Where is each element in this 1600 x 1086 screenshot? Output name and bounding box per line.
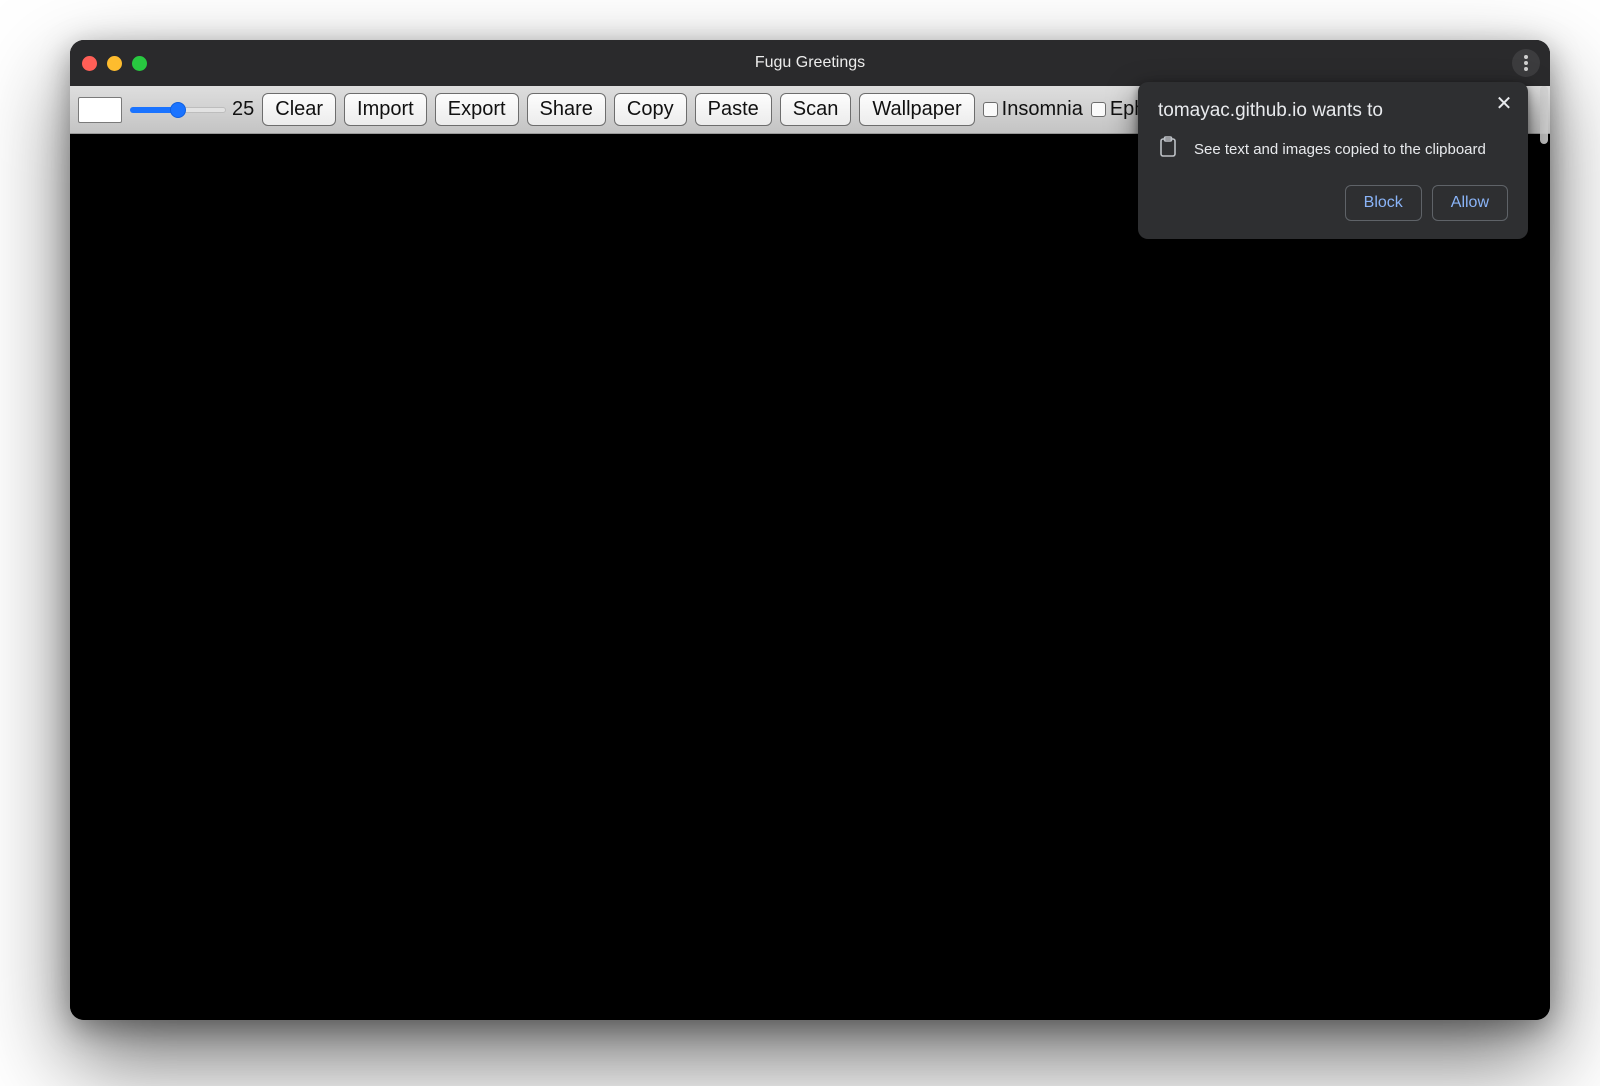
insomnia-label: Insomnia bbox=[1002, 98, 1083, 121]
permission-request-text: See text and images copied to the clipbo… bbox=[1194, 141, 1486, 158]
import-button[interactable]: Import bbox=[344, 93, 427, 126]
scrollbar-thumb[interactable] bbox=[1540, 86, 1548, 144]
window-controls bbox=[82, 56, 147, 71]
ephemeral-checkbox[interactable] bbox=[1091, 102, 1106, 117]
minimize-window-button[interactable] bbox=[107, 56, 122, 71]
color-swatch[interactable] bbox=[78, 97, 122, 123]
clipboard-icon bbox=[1158, 136, 1180, 163]
drawing-canvas[interactable] bbox=[70, 134, 1550, 1020]
clear-button[interactable]: Clear bbox=[262, 93, 336, 126]
wallpaper-button[interactable]: Wallpaper bbox=[859, 93, 974, 126]
allow-button[interactable]: Allow bbox=[1432, 185, 1508, 221]
kebab-menu-button[interactable] bbox=[1512, 49, 1540, 77]
share-button[interactable]: Share bbox=[527, 93, 606, 126]
kebab-menu-icon bbox=[1524, 55, 1528, 71]
permission-request-row: See text and images copied to the clipbo… bbox=[1158, 136, 1508, 163]
permission-actions: Block Allow bbox=[1158, 185, 1508, 221]
insomnia-toggle[interactable]: Insomnia bbox=[983, 98, 1083, 121]
insomnia-checkbox[interactable] bbox=[983, 102, 998, 117]
slider-thumb[interactable] bbox=[170, 102, 186, 118]
scan-button[interactable]: Scan bbox=[780, 93, 852, 126]
zoom-window-button[interactable] bbox=[132, 56, 147, 71]
brush-size-value: 25 bbox=[232, 98, 254, 121]
permission-close-button[interactable]: ✕ bbox=[1492, 92, 1516, 116]
block-button[interactable]: Block bbox=[1345, 185, 1422, 221]
brush-size-slider[interactable] bbox=[130, 100, 226, 120]
close-icon: ✕ bbox=[1496, 94, 1513, 114]
window-title: Fugu Greetings bbox=[70, 54, 1550, 72]
export-button[interactable]: Export bbox=[435, 93, 519, 126]
copy-button[interactable]: Copy bbox=[614, 93, 687, 126]
permission-prompt: ✕ tomayac.github.io wants to See text an… bbox=[1138, 82, 1528, 239]
permission-origin: tomayac.github.io bbox=[1158, 100, 1307, 121]
permission-title: tomayac.github.io wants to bbox=[1158, 100, 1508, 122]
close-window-button[interactable] bbox=[82, 56, 97, 71]
brush-size-control: 25 bbox=[130, 98, 254, 121]
titlebar: Fugu Greetings bbox=[70, 40, 1550, 86]
paste-button[interactable]: Paste bbox=[695, 93, 772, 126]
